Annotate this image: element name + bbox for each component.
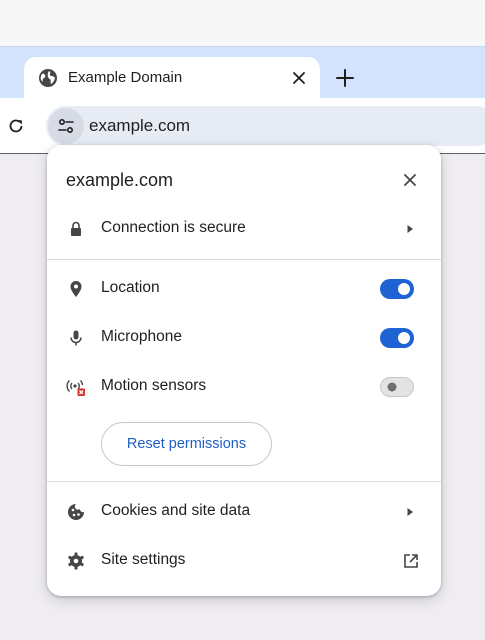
popup-title: example.com xyxy=(66,170,174,190)
tab-strip: Example Domain xyxy=(0,46,485,101)
site-info-popup: example.com Connection is secure Locatio… xyxy=(47,145,441,596)
connection-label: Connection is secure xyxy=(101,219,246,236)
address-bar[interactable]: example.com xyxy=(46,106,485,146)
reset-permissions-button[interactable]: Reset permissions xyxy=(101,422,272,466)
window-top-area xyxy=(0,0,485,46)
site-settings-label: Site settings xyxy=(101,551,186,568)
tab-example-domain[interactable]: Example Domain xyxy=(24,57,320,101)
gear-icon xyxy=(68,552,84,570)
reload-icon[interactable] xyxy=(6,116,26,136)
tune-icon xyxy=(58,118,74,134)
toggle-knob xyxy=(398,283,410,295)
url-text[interactable]: example.com xyxy=(89,116,190,136)
chevron-right-icon xyxy=(407,225,413,233)
tab-title: Example Domain xyxy=(68,69,183,86)
location-pin-icon xyxy=(70,281,82,297)
cookie-icon xyxy=(68,504,84,520)
chevron-right-icon xyxy=(407,508,413,516)
cookies-label: Cookies and site data xyxy=(101,502,251,519)
microphone-icon xyxy=(70,330,82,346)
site-info-button[interactable] xyxy=(48,108,84,144)
permission-row-microphone[interactable]: Microphone xyxy=(47,316,441,360)
globe-icon xyxy=(39,69,57,87)
motion-sensors-toggle[interactable] xyxy=(380,377,414,397)
toggle-knob xyxy=(387,382,397,392)
lock-icon xyxy=(71,221,81,236)
permission-label: Motion sensors xyxy=(101,377,207,394)
microphone-toggle[interactable] xyxy=(380,328,414,348)
divider xyxy=(47,481,441,482)
connection-security-row[interactable]: Connection is secure xyxy=(47,207,441,251)
motion-sensors-blocked-icon xyxy=(66,379,85,396)
site-settings-row[interactable]: Site settings xyxy=(47,539,441,583)
divider xyxy=(47,259,441,260)
toggle-knob xyxy=(398,332,410,344)
new-tab-plus-icon[interactable] xyxy=(334,67,356,89)
permission-row-motion-sensors[interactable]: Motion sensors xyxy=(47,365,441,409)
permission-label: Microphone xyxy=(101,328,182,345)
permission-row-location[interactable]: Location xyxy=(47,267,441,311)
close-icon[interactable] xyxy=(401,171,419,189)
location-toggle[interactable] xyxy=(380,279,414,299)
close-icon[interactable] xyxy=(290,69,308,87)
cookies-site-data-row[interactable]: Cookies and site data xyxy=(47,490,441,534)
external-link-icon xyxy=(404,554,418,568)
permission-label: Location xyxy=(101,279,160,296)
